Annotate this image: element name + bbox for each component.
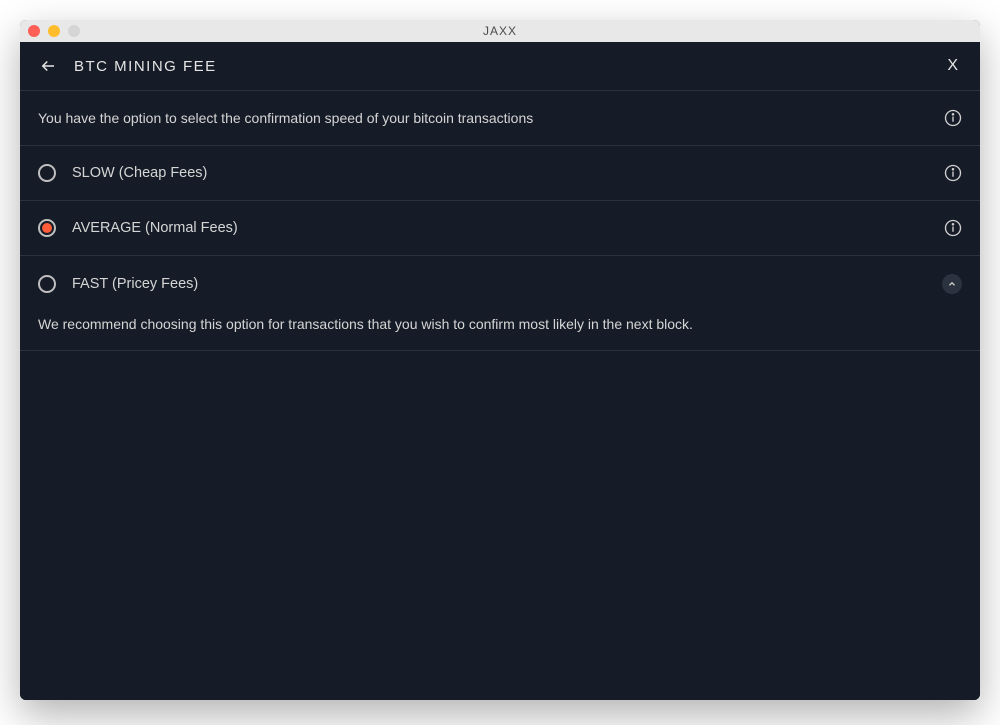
intro-row: You have the option to select the confir… [20, 91, 980, 146]
option-label: SLOW (Cheap Fees) [72, 165, 944, 181]
window-title: JAXX [483, 24, 517, 38]
info-button[interactable] [944, 109, 962, 127]
back-button[interactable] [38, 56, 58, 76]
info-icon [944, 164, 962, 182]
info-button-slow[interactable] [944, 164, 962, 182]
option-label: FAST (Pricey Fees) [72, 276, 942, 292]
arrow-left-icon [39, 57, 57, 75]
page-header: BTC MINING FEE X [20, 42, 980, 91]
fee-option-average[interactable]: AVERAGE (Normal Fees) [20, 201, 980, 256]
radio-inner-icon [42, 223, 52, 233]
app-window: JAXX BTC MINING FEE X You have the optio… [20, 20, 980, 700]
info-icon [944, 109, 962, 127]
option-label: AVERAGE (Normal Fees) [72, 220, 944, 236]
close-button[interactable]: X [943, 57, 962, 75]
close-window-icon[interactable] [28, 25, 40, 37]
maximize-window-icon[interactable] [68, 25, 80, 37]
intro-text: You have the option to select the confir… [38, 110, 944, 126]
chevron-up-icon [947, 279, 957, 289]
minimize-window-icon[interactable] [48, 25, 60, 37]
fee-option-slow[interactable]: SLOW (Cheap Fees) [20, 146, 980, 201]
fee-option-fast[interactable]: FAST (Pricey Fees) [20, 256, 980, 312]
info-icon [944, 219, 962, 237]
radio-average[interactable] [38, 219, 56, 237]
titlebar: JAXX [20, 20, 980, 42]
info-button-average[interactable] [944, 219, 962, 237]
radio-slow[interactable] [38, 164, 56, 182]
option-description-fast: We recommend choosing this option for tr… [20, 312, 980, 351]
traffic-lights [20, 25, 80, 37]
empty-body [20, 351, 980, 700]
collapse-button-fast[interactable] [942, 274, 962, 294]
page-title: BTC MINING FEE [74, 58, 943, 75]
radio-fast[interactable] [38, 275, 56, 293]
